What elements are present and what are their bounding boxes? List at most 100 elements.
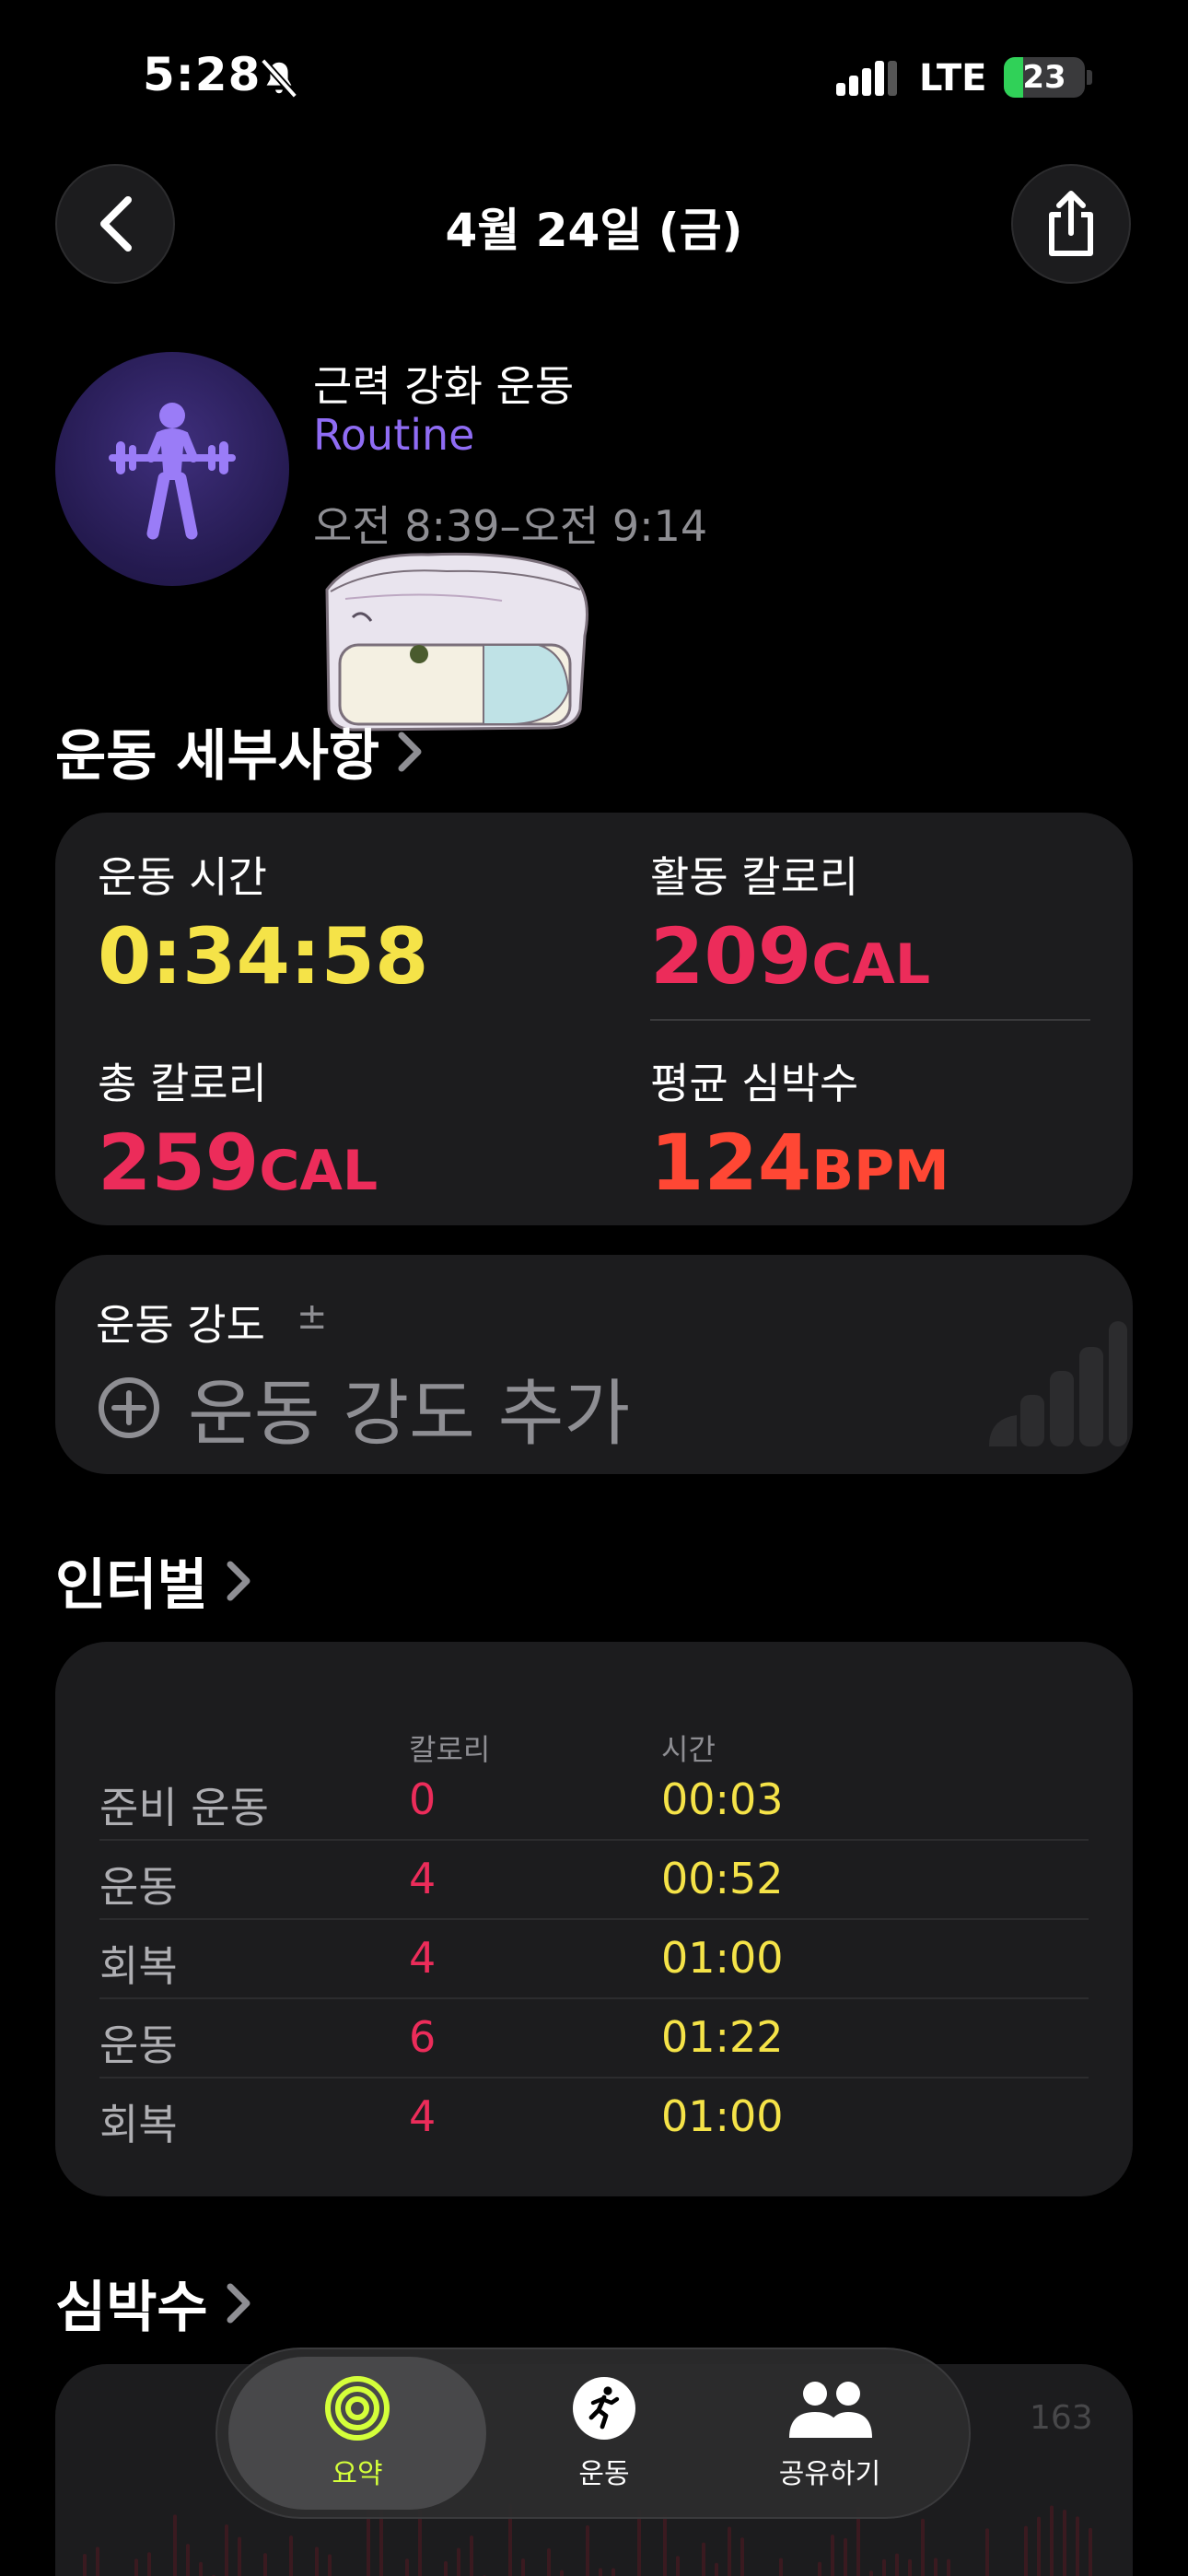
tab-workout[interactable]: 운동: [512, 2357, 696, 2510]
workout-details-link[interactable]: 운동 세부사항: [55, 711, 424, 791]
metric-value: 259: [98, 1118, 260, 1208]
heart-rate-bar: [611, 2568, 615, 2576]
heart-rate-link[interactable]: 심박수: [55, 2263, 252, 2343]
chevron-right-icon: [227, 1561, 250, 1600]
intervals-link[interactable]: 인터벌: [55, 1540, 252, 1621]
heart-rate-bar: [238, 2536, 241, 2576]
metric-label: 활동 칼로리: [650, 852, 859, 902]
add-effort-label: 운동 강도 추가: [188, 1373, 631, 1456]
heart-rate-bar: [895, 2553, 899, 2576]
heart-rate-bar: [728, 2526, 731, 2576]
heart-rate-bar: [289, 2535, 293, 2576]
heart-rate-bar: [702, 2542, 705, 2576]
heart-rate-bar: [405, 2558, 409, 2576]
heart-rate-bar: [560, 2570, 564, 2576]
metric-average-heart-rate: 평균 심박수 124BPM: [650, 1050, 949, 1201]
workout-metrics-card: 운동 시간 0:34:58 활동 칼로리 209CAL 총 칼로리 259CAL…: [55, 813, 1133, 1225]
effort-label: 운동 강도: [96, 1300, 265, 1350]
heart-rate-bar: [225, 2524, 228, 2576]
activity-rings-icon: [325, 2376, 390, 2441]
divider: [650, 1019, 1090, 1021]
battery-nub: [1087, 70, 1092, 85]
network-type: LTE: [919, 57, 987, 100]
heart-rate-bar: [457, 2547, 460, 2576]
table-row: 운동 6 01:22: [99, 1999, 1089, 2078]
interval-name: 운동: [99, 2020, 178, 2070]
effort-level-icon: [989, 1321, 1127, 1446]
heart-rate-bar: [934, 2558, 938, 2576]
heart-rate-bar: [985, 2528, 989, 2576]
metric-label: 운동 시간: [98, 852, 267, 902]
share-button[interactable]: [1011, 164, 1131, 284]
intervals-card: 칼로리 시간 준비 운동 0 00:03 운동 4 00:52 회복 4 01:…: [55, 1642, 1133, 2196]
sticker-image: [325, 552, 588, 732]
people-icon: [789, 2382, 872, 2438]
heart-rate-bar: [199, 2561, 203, 2576]
heart-rate-bar: [1050, 2505, 1054, 2576]
heart-rate-bar: [83, 2554, 87, 2576]
running-figure-icon: [573, 2377, 635, 2440]
tab-sharing[interactable]: 공유하기: [715, 2357, 945, 2510]
battery-level: 23: [1022, 59, 1066, 96]
workout-type-avatar: [55, 352, 289, 586]
interval-name: 준비 운동: [99, 1783, 269, 1832]
interval-time: 01:00: [661, 2091, 784, 2141]
interval-calories: 4: [409, 1933, 437, 1983]
table-row: 회복 4 01:00: [99, 2078, 1089, 2158]
heart-rate-bar: [818, 2561, 821, 2576]
heart-rate-bar: [1063, 2510, 1066, 2576]
interval-calories: 0: [409, 1774, 437, 1824]
interval-time: 01:00: [661, 1933, 784, 1983]
page-title: 4월 24일 (금): [445, 204, 743, 257]
heart-rate-bar: [1089, 2527, 1092, 2576]
battery-indicator: 23: [1004, 57, 1085, 98]
heart-rate-bar: [186, 2544, 190, 2576]
heart-rate-heading: 심박수: [55, 2276, 208, 2340]
heart-rate-bar: [1037, 2516, 1041, 2576]
metric-total-calories: 총 칼로리 259CAL: [98, 1050, 378, 1201]
heart-rate-bar: [676, 2556, 680, 2576]
heart-rate-bar: [715, 2562, 718, 2576]
tab-summary[interactable]: 요약: [228, 2357, 486, 2510]
share-icon: [1049, 191, 1093, 256]
heart-rate-bar: [831, 2535, 834, 2576]
heart-rate-bar: [869, 2570, 873, 2576]
heart-rate-bar: [921, 2518, 925, 2576]
heart-rate-bar: [1076, 2516, 1079, 2576]
heart-rate-bar: [470, 2535, 473, 2576]
tab-workout-label: 운동: [578, 2458, 630, 2490]
heart-rate-bar: [779, 2558, 783, 2576]
interval-calories: 4: [409, 1854, 437, 1903]
heart-rate-bar: [444, 2560, 448, 2576]
effort-plus-minus: ±: [297, 1295, 328, 1338]
weightlifting-icon: [109, 403, 236, 540]
intervals-heading: 인터벌: [55, 1553, 208, 1618]
workout-subtitle: Routine: [313, 410, 475, 460]
heart-rate-bar: [547, 2547, 551, 2576]
heart-rate-bar: [263, 2553, 267, 2576]
heart-rate-bar: [173, 2514, 177, 2576]
metric-value: 209: [650, 911, 812, 1001]
add-effort-button[interactable]: 운동 강도 추가: [96, 1356, 630, 1459]
bell-off-icon: [260, 58, 298, 99]
heart-rate-bar: [882, 2558, 886, 2576]
interval-time: 00:52: [661, 1854, 784, 1903]
metric-value: 0:34:58: [98, 911, 429, 1001]
status-time: 5:28: [143, 48, 262, 101]
table-row: 회복 4 01:00: [99, 1920, 1089, 1999]
heart-rate-bar: [844, 2537, 847, 2576]
metric-duration: 운동 시간 0:34:58: [98, 844, 428, 995]
metric-unit: CAL: [811, 932, 931, 997]
heart-rate-bar: [134, 2558, 138, 2576]
plus-circle-icon: [99, 1377, 159, 1438]
effort-card[interactable]: 운동 강도 ± 운동 강도 추가: [55, 1255, 1133, 1474]
metric-unit: BPM: [811, 1139, 949, 1203]
heart-rate-bar: [908, 2558, 912, 2576]
workout-name: 근력 강화 운동: [313, 361, 575, 411]
heart-rate-bar: [328, 2554, 332, 2576]
metric-unit: CAL: [259, 1139, 379, 1203]
interval-calories: 6: [409, 2012, 437, 2062]
heart-rate-bar: [1024, 2525, 1028, 2576]
tab-sharing-label: 공유하기: [778, 2458, 881, 2490]
interval-name: 운동: [99, 1862, 178, 1912]
